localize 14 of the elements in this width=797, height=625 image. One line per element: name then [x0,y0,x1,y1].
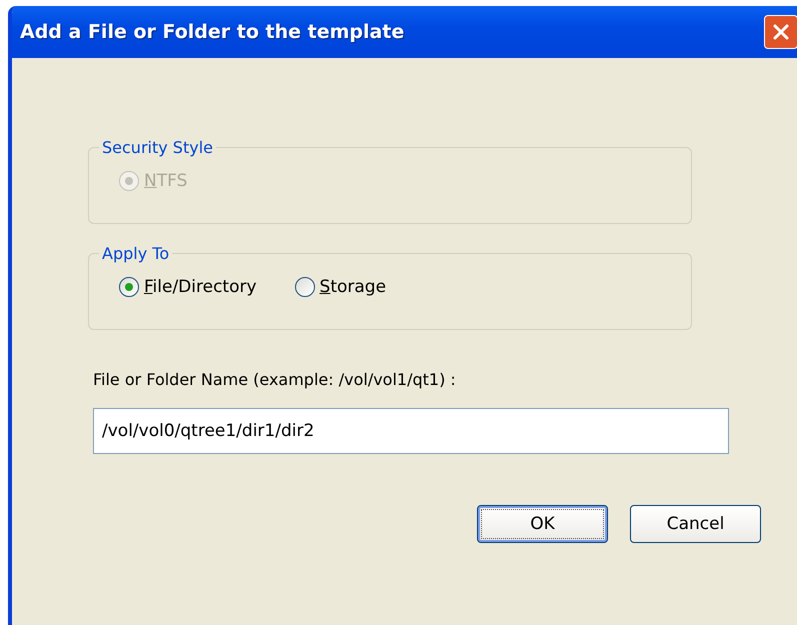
close-button[interactable] [764,15,797,49]
dialog-button[interactable]: OK [477,505,608,543]
dialog-button[interactable]: Cancel [630,505,761,543]
radio-button[interactable] [294,277,315,297]
field-label: File or Folder Name (example: /vol/vol1/qt1) : [93,370,457,389]
radio-label: Storage [320,277,386,297]
radio-label: NTFS [144,171,188,191]
input-field[interactable]: /vol/vol0/qtree1/dir1/dir2 [93,408,729,454]
group-title: Security Style [101,138,214,157]
close-icon [771,22,791,42]
radio-label: File/Directory [144,277,257,297]
radio-button[interactable] [119,277,139,297]
window-title: Add a File or Folder to the template [20,21,406,43]
group-title: Apply To [101,244,170,263]
